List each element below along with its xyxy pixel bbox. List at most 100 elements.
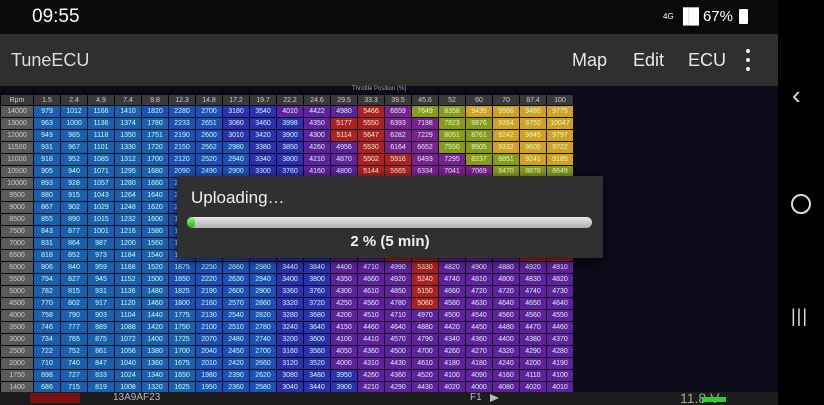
map-cell[interactable]: 4270 [465,345,493,358]
home-icon[interactable] [791,194,811,214]
map-cell[interactable]: 4810 [465,273,493,286]
map-cell[interactable]: 855 [33,213,61,226]
map-cell[interactable]: 2700 [195,105,223,118]
map-cell[interactable]: 1295 [114,165,142,178]
map-cell[interactable]: 1825 [168,285,196,298]
map-cell[interactable]: 1216 [114,225,142,238]
map-cell[interactable]: 4630 [465,297,493,310]
map-cell[interactable]: 880 [33,189,61,202]
map-cell[interactable]: 4110 [519,369,547,382]
map-cell[interactable]: 4290 [519,345,547,358]
map-cell[interactable]: 4610 [411,357,439,370]
map-cell[interactable]: 10047 [546,117,574,130]
map-cell[interactable]: 4380 [519,333,547,346]
map-cell[interactable]: 1120 [114,297,142,310]
map-cell[interactable]: 4880 [492,261,520,274]
map-cell[interactable]: 918 [33,153,61,166]
map-cell[interactable]: 1015 [87,213,115,226]
map-cell[interactable]: 9185 [546,153,574,166]
map-cell[interactable]: 875 [87,333,115,346]
map-cell[interactable]: 831 [33,237,61,250]
map-cell[interactable]: 4160 [492,369,520,382]
map-cell[interactable]: 902 [60,201,88,214]
map-cell[interactable]: 4422 [303,105,331,118]
map-cell[interactable]: 4920 [519,261,547,274]
map-cell[interactable]: 1440 [141,309,169,322]
menu-edit[interactable]: Edit [633,50,664,71]
map-cell[interactable]: 4920 [384,273,412,286]
map-cell[interactable]: 2780 [249,321,277,334]
map-cell[interactable]: 2010 [195,357,223,370]
map-cell[interactable]: 3760 [303,285,331,298]
map-cell[interactable]: 3950 [330,369,358,382]
map-cell[interactable]: 4400 [330,261,358,274]
map-cell[interactable]: 864 [60,237,88,250]
map-cell[interactable]: 1875 [168,261,196,274]
map-cell[interactable]: 1184 [114,249,142,262]
map-cell[interactable]: 1166 [87,105,115,118]
map-cell[interactable]: 1072 [114,333,142,346]
map-cell[interactable]: 727 [60,369,88,382]
map-cell[interactable]: 1675 [168,357,196,370]
map-cell[interactable]: 2233 [168,117,196,130]
map-cell[interactable]: 2480 [222,333,250,346]
map-cell[interactable]: 7295 [438,153,466,166]
back-icon[interactable]: ‹ [792,80,801,111]
map-cell[interactable]: 1980 [195,369,223,382]
map-cell[interactable]: 3560 [303,345,331,358]
map-cell[interactable]: 4830 [519,273,547,286]
map-cell[interactable]: 3840 [303,261,331,274]
map-cell[interactable]: 4580 [438,297,466,310]
map-cell[interactable]: 2040 [195,345,223,358]
map-cell[interactable]: 4280 [546,345,574,358]
map-cell[interactable]: 2420 [222,357,250,370]
map-cell[interactable]: 1800 [168,297,196,310]
map-cell[interactable]: 1580 [141,225,169,238]
map-cell[interactable]: 710 [33,357,61,370]
map-cell[interactable]: 4200 [330,309,358,322]
map-cell[interactable]: 4370 [546,333,574,346]
map-cell[interactable]: 4180 [438,357,466,370]
map-cell[interactable]: 1700 [168,345,196,358]
map-cell[interactable]: 758 [33,309,61,322]
map-cell[interactable]: 752 [60,345,88,358]
map-cell[interactable]: 5150 [411,285,439,298]
map-cell[interactable]: 1152 [114,273,142,286]
map-cell[interactable]: 3850 [276,141,304,154]
map-cell[interactable]: 6652 [411,141,439,154]
map-cell[interactable]: 4350 [303,117,331,130]
map-cell[interactable]: 4310 [357,357,385,370]
map-cell[interactable]: 2660 [222,261,250,274]
map-cell[interactable]: 1751 [141,129,169,142]
map-cell[interactable]: 8761 [465,129,493,142]
map-cell[interactable]: 6282 [384,129,412,142]
map-cell[interactable]: 4430 [384,357,412,370]
map-cell[interactable]: 2390 [222,369,250,382]
map-cell[interactable]: 4640 [384,321,412,334]
map-cell[interactable]: 2860 [249,297,277,310]
map-cell[interactable]: 1410 [114,105,142,118]
map-cell[interactable]: 1620 [141,201,169,214]
map-cell[interactable]: 1374 [114,117,142,130]
map-cell[interactable]: 2540 [222,309,250,322]
map-cell[interactable]: 852 [60,249,88,262]
map-cell[interactable]: 3680 [303,309,331,322]
map-cell[interactable]: 1725 [168,333,196,346]
map-cell[interactable]: 818 [33,249,61,262]
map-cell[interactable]: 931 [87,285,115,298]
map-cell[interactable]: 1101 [87,141,115,154]
map-cell[interactable]: 2660 [249,357,277,370]
map-cell[interactable]: 1232 [114,213,142,226]
map-cell[interactable]: 1660 [141,177,169,190]
map-cell[interactable]: 9264 [492,117,520,130]
map-cell[interactable]: 9480 [519,105,547,118]
map-cell[interactable]: 8876 [465,117,493,130]
map-cell[interactable]: 5647 [357,129,385,142]
map-cell[interactable]: 1057 [87,177,115,190]
map-cell[interactable]: 9241 [519,153,547,166]
map-cell[interactable]: 4660 [438,285,466,298]
map-cell[interactable]: 4640 [492,297,520,310]
map-cell[interactable]: 893 [33,177,61,190]
map-cell[interactable]: 1085 [87,153,115,166]
map-cell[interactable]: 7198 [411,117,439,130]
